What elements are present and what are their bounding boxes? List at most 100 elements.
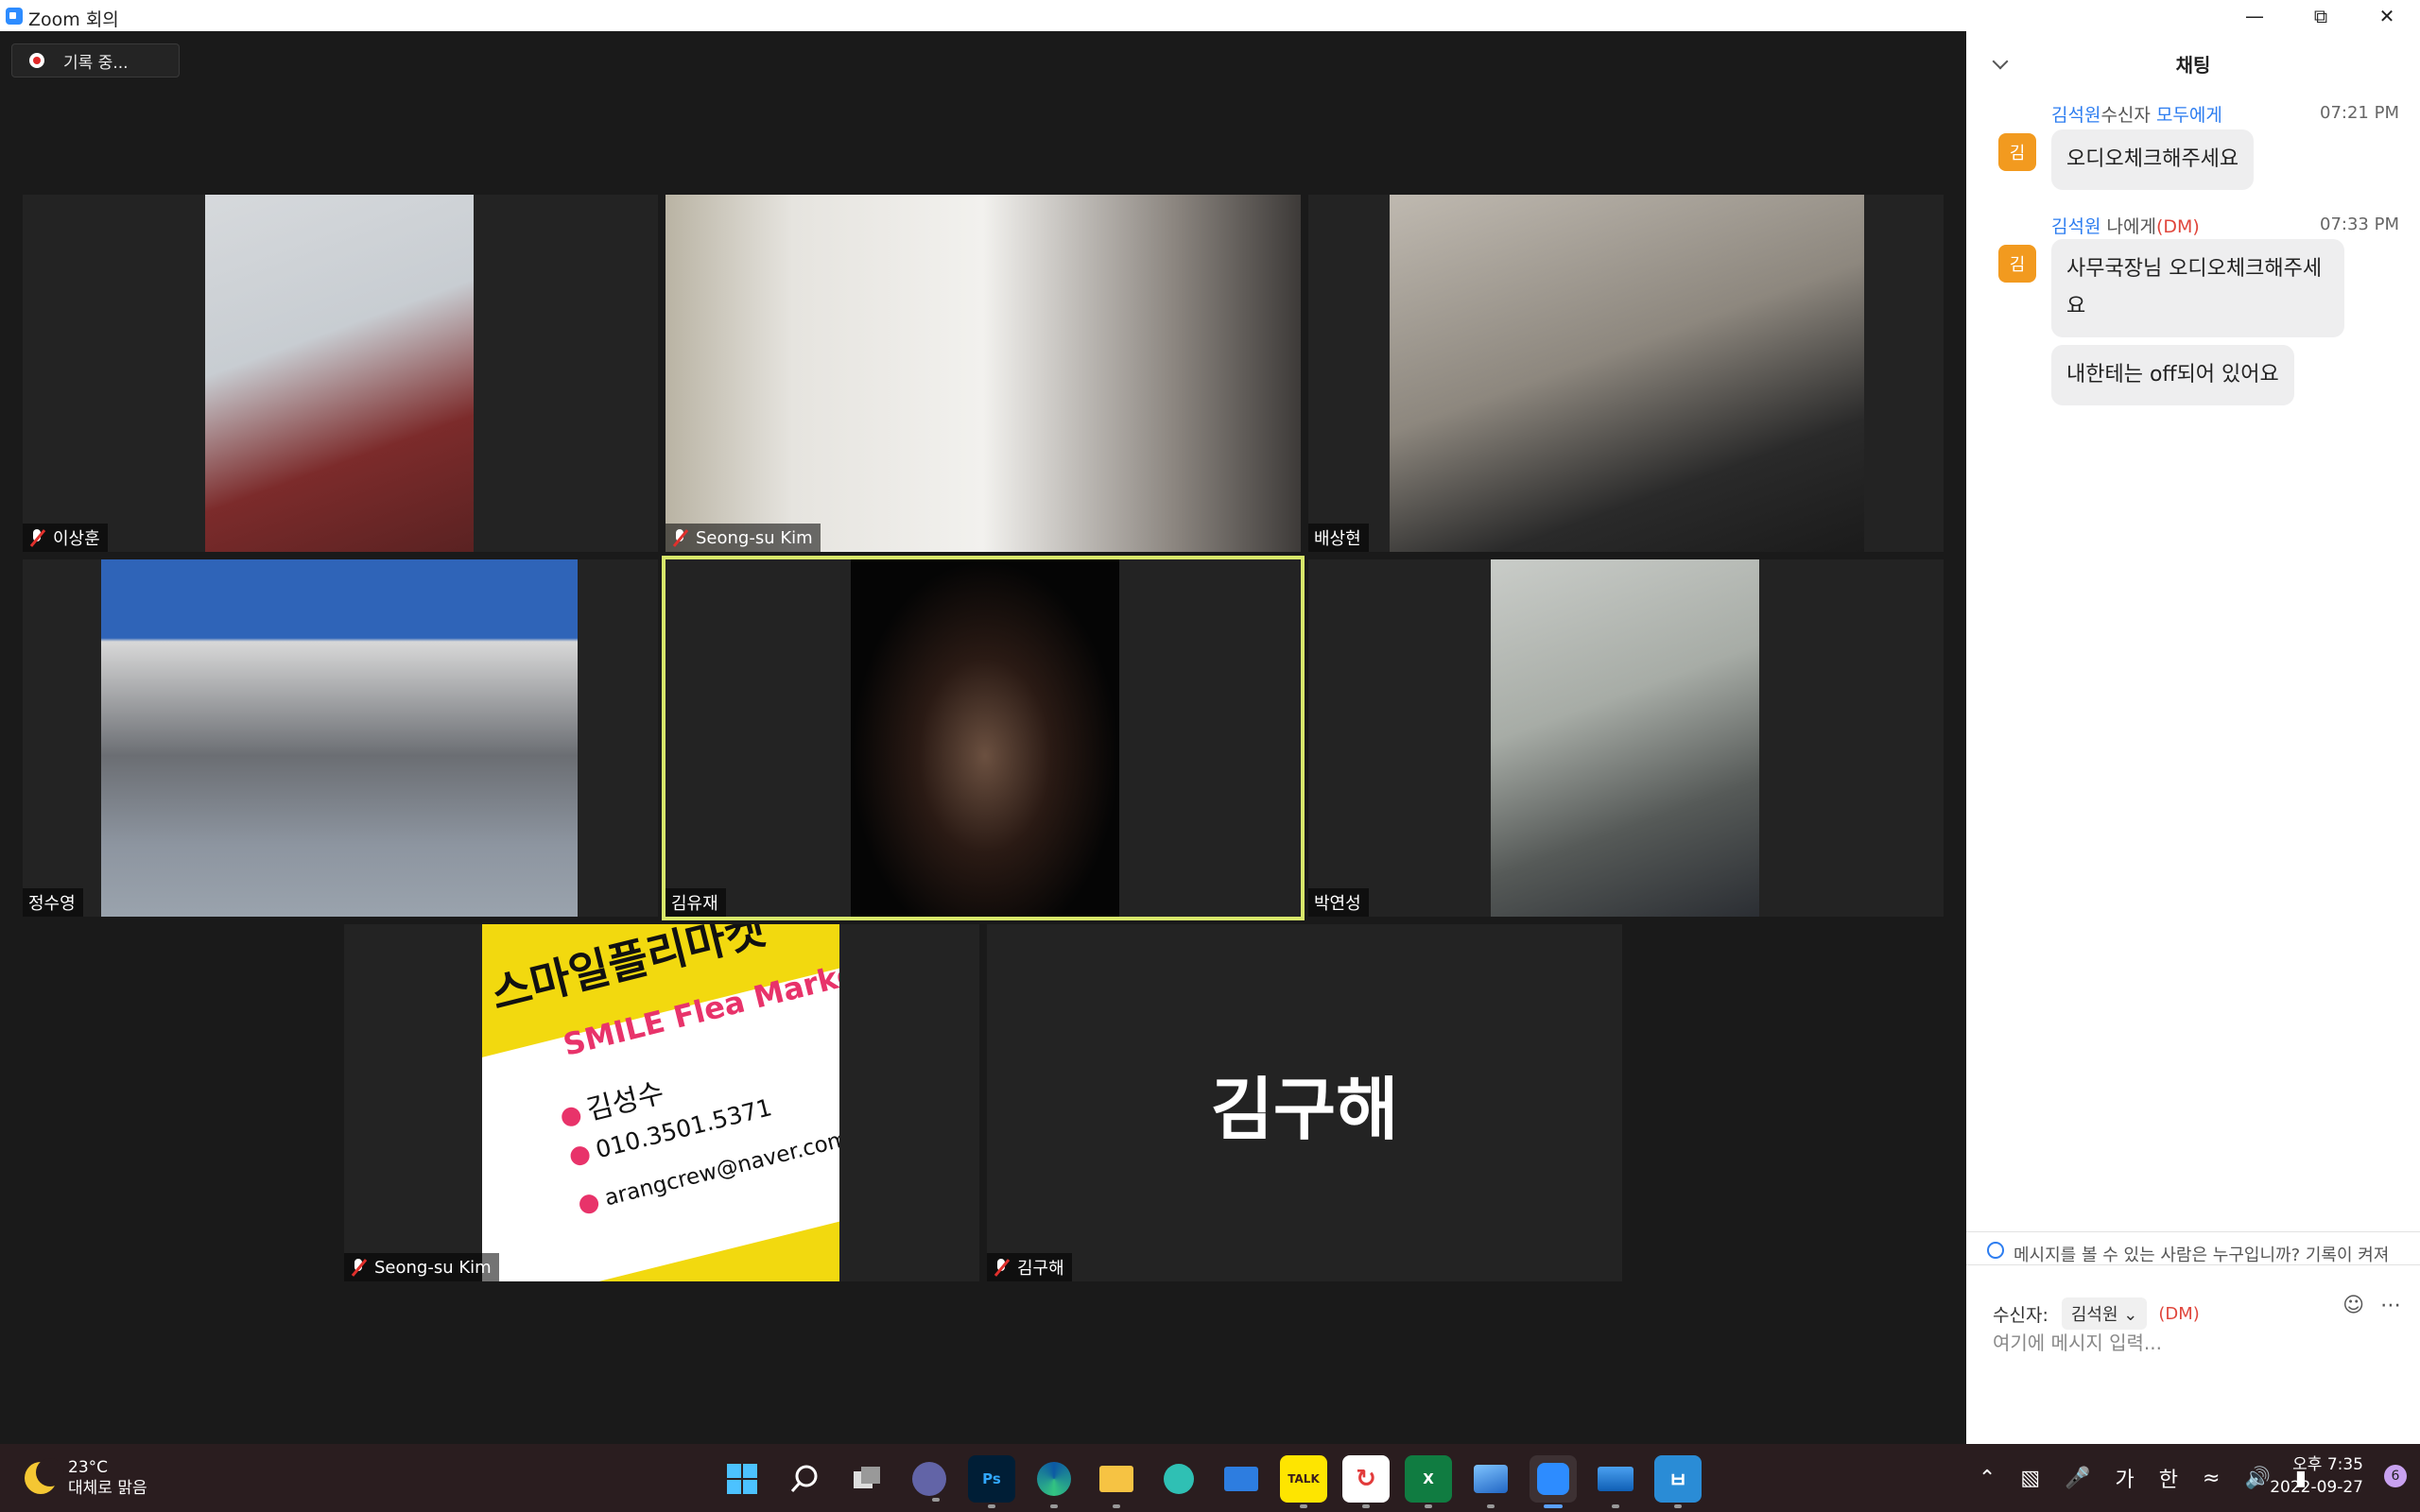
keyboard-icon[interactable]: ▧ — [2020, 1467, 2040, 1490]
chat-message[interactable]: 사무국장님 오디오체크해주세요 — [2051, 239, 2344, 337]
file-explorer-icon[interactable] — [1093, 1455, 1140, 1508]
minimize-button[interactable]: — — [2221, 0, 2288, 31]
ime-language[interactable]: 가 — [2116, 1463, 2135, 1493]
window-title: Zoom 회의 — [28, 9, 119, 30]
recipient-select[interactable]: 김석원 ⌄ — [2061, 1297, 2148, 1330]
participant-name: 박연성 — [1314, 894, 1361, 914]
start-icon[interactable] — [718, 1455, 766, 1503]
weather-widget[interactable]: 23°C 대체로 맑음 — [25, 1457, 147, 1499]
video-tile[interactable]: Seong-su Kim — [666, 195, 1301, 552]
participant-video — [666, 195, 1301, 552]
sync-icon[interactable]: ↻ — [1342, 1455, 1390, 1508]
participant-nameplate: 김구해 — [987, 1253, 1072, 1281]
chat-message[interactable]: 오디오체크해주세요 — [2051, 129, 2255, 190]
video-tile[interactable]: 박연성 — [1308, 559, 1944, 917]
message-header: 김석원 나에게(DM) — [2051, 216, 2200, 237]
chat-visibility-hint[interactable]: 메시지를 볼 수 있는 사람은 누구입니까? 기록이 켜져 — [1966, 1231, 2420, 1265]
participant-video — [101, 559, 578, 917]
video-tile[interactable]: 이상훈 — [23, 195, 658, 552]
chat-title: 채팅 — [2175, 54, 2211, 77]
task-view-icon[interactable] — [843, 1455, 890, 1503]
system-tray: ⌃ ▧ 🎤 가 한 ≈ 🔊 ▮ — [1954, 1463, 2307, 1493]
ime-mode[interactable]: 한 — [2159, 1463, 2178, 1493]
participant-video — [1390, 195, 1864, 552]
microphone-icon[interactable]: 🎤 — [2065, 1467, 2090, 1490]
excel-icon[interactable]: X — [1405, 1455, 1452, 1508]
participant-name: 배상현 — [1314, 529, 1361, 549]
edge-icon[interactable] — [1030, 1455, 1078, 1508]
participant-nameplate: Seong-su Kim — [666, 524, 821, 552]
clock-date: 2022-09-27 — [2270, 1478, 2363, 1497]
participant-name: Seong-su Kim — [696, 527, 813, 548]
participant-video — [205, 195, 474, 552]
shared-flea-market-card: 스마일플리마켓 SMILE Flea Market 김성수 010.3501.5… — [482, 924, 839, 1281]
zoom-taskbar-icon[interactable] — [1530, 1455, 1577, 1508]
participant-name: 정수영 — [28, 894, 76, 914]
teams-icon[interactable] — [912, 1462, 946, 1502]
recipient-dm: (DM) — [2158, 1303, 2200, 1324]
restore-button[interactable]: ⧉ — [2288, 0, 2354, 31]
mail-icon[interactable] — [1218, 1455, 1265, 1503]
phone-icon — [568, 1143, 592, 1168]
wifi-icon[interactable]: ≈ — [2203, 1467, 2220, 1490]
participant-nameplate: 배상현 — [1308, 524, 1369, 552]
participant-video — [1491, 559, 1759, 917]
muted-mic-icon — [350, 1258, 367, 1277]
video-tile[interactable]: 스마일플리마켓 SMILE Flea Market 김성수 010.3501.5… — [344, 924, 979, 1281]
message-time: 07:21 PM — [2320, 103, 2399, 123]
temperature: 23°C — [68, 1458, 109, 1477]
participant-nameplate: 정수영 — [23, 888, 83, 917]
emoji-icon[interactable]: ☺ — [2342, 1294, 2364, 1317]
taskbar: 23°C 대체로 맑음 Ps TALK ↻ X ㅂ ⌃ ▧ 🎤 가 한 ≈ 🔊 … — [0, 1444, 2420, 1512]
photos-icon[interactable] — [1467, 1455, 1514, 1508]
hancom-icon[interactable]: ㅂ — [1654, 1455, 1702, 1508]
participant-name: Seong-su Kim — [374, 1257, 492, 1278]
recipient-label: 수신자: — [1993, 1304, 2048, 1326]
taskbar-apps: Ps TALK ↻ X ㅂ — [718, 1455, 1717, 1508]
clock-time: 오후 7:35 — [2292, 1455, 2363, 1474]
more-icon[interactable]: ⋯ — [2380, 1294, 2401, 1317]
chat-panel: 채팅 김석원수신자 모두에게 07:21 PM 김 오디오체크해주세요 김석원 … — [1966, 31, 2420, 1444]
recording-indicator[interactable]: 기록 중... — [11, 43, 180, 77]
participant-nameplate: 박연성 — [1308, 888, 1369, 917]
participant-video — [851, 559, 1119, 917]
volume-icon[interactable]: 🔊 — [2244, 1467, 2270, 1490]
participant-name: 김구해 — [1017, 1259, 1064, 1279]
video-tile[interactable]: 배상현 — [1308, 195, 1944, 552]
video-off-name: 김구해 — [1210, 1069, 1399, 1149]
clock[interactable]: 오후 7:35 2022-09-27 — [2270, 1453, 2363, 1499]
video-tile[interactable]: 정수영 — [23, 559, 658, 917]
video-tile-active-speaker[interactable]: 김유재 — [662, 556, 1305, 920]
avatar: 김 — [1998, 245, 2036, 283]
participant-nameplate: 김유재 — [666, 888, 726, 917]
participant-nameplate: Seong-su Kim — [344, 1253, 499, 1281]
chat-header: 채팅 — [1966, 31, 2420, 97]
person-icon — [559, 1105, 583, 1128]
people-icon — [1987, 1242, 2004, 1259]
avatar: 김 — [1998, 133, 2036, 171]
photoshop-icon[interactable]: Ps — [968, 1455, 1015, 1508]
notification-badge[interactable]: 6 — [2384, 1465, 2407, 1487]
zoom-logo-icon — [6, 8, 23, 25]
chat-actions: ☺ ⋯ — [2342, 1294, 2401, 1317]
app-icon[interactable] — [1592, 1455, 1639, 1508]
chat-message[interactable]: 내한테는 off되어 있어요 — [2051, 345, 2294, 405]
meeting-view: 기록 중... 이상훈 Seong-su Kim 배상현 정수영 김유재 박연성… — [0, 31, 1966, 1444]
weather-text: 대체로 맑음 — [68, 1479, 147, 1498]
message-header: 김석원수신자 모두에게 — [2051, 105, 2222, 126]
title-bar: Zoom 회의 — ⧉ ✕ — [0, 0, 2420, 31]
recording-label: 기록 중... — [63, 53, 129, 73]
chevron-up-icon[interactable]: ⌃ — [1979, 1467, 1996, 1490]
record-icon — [29, 53, 44, 68]
chat-input[interactable]: 여기에 메시지 입력... — [1993, 1328, 2162, 1355]
video-tile[interactable]: 김구해 김구해 — [987, 924, 1622, 1281]
message-time: 07:33 PM — [2320, 215, 2399, 234]
app-icon[interactable] — [1155, 1455, 1202, 1503]
participant-name: 김유재 — [671, 894, 718, 914]
close-button[interactable]: ✕ — [2354, 0, 2420, 31]
participant-name: 이상훈 — [53, 529, 100, 549]
kakaotalk-icon[interactable]: TALK — [1280, 1455, 1327, 1508]
participant-nameplate: 이상훈 — [23, 524, 108, 552]
search-icon[interactable] — [781, 1455, 828, 1503]
muted-mic-icon — [28, 528, 45, 547]
